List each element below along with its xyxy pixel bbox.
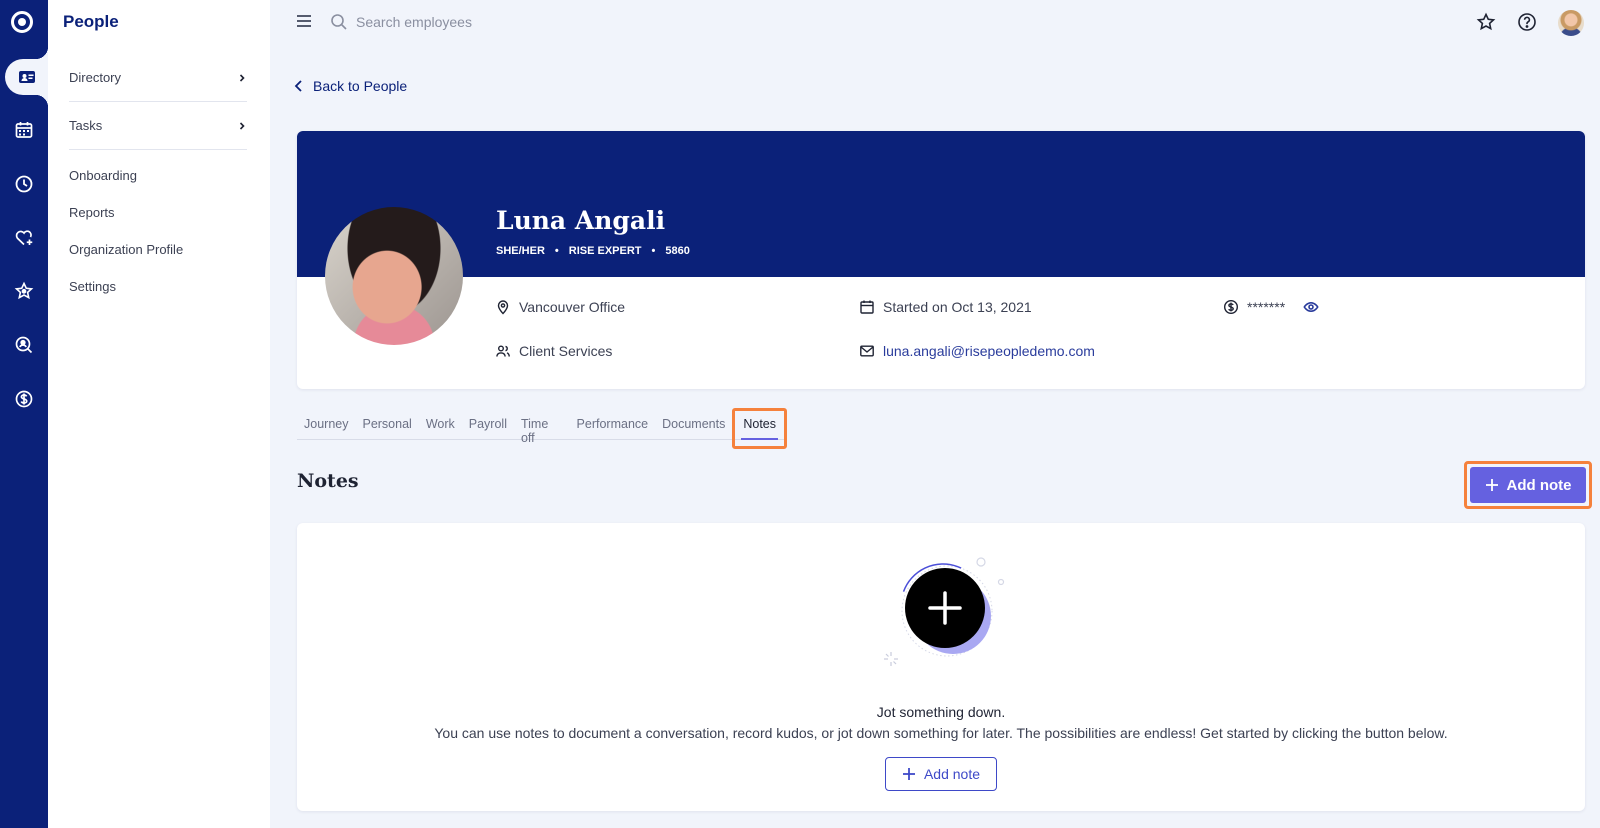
pronouns: SHE/HER xyxy=(496,245,545,257)
sidebar-item-directory[interactable]: Directory xyxy=(69,54,247,102)
app-rail xyxy=(0,0,48,828)
logo-icon[interactable] xyxy=(11,11,33,33)
profile-tabs: Journey Personal Work Payroll Time off P… xyxy=(297,408,787,449)
team-icon xyxy=(496,345,510,357)
menu-icon[interactable] xyxy=(297,15,311,27)
sidebar-item-tasks[interactable]: Tasks xyxy=(69,102,247,150)
location-icon xyxy=(497,300,509,315)
tab-notes[interactable]: Notes xyxy=(732,408,787,449)
add-note-illustration-icon xyxy=(884,557,1005,666)
employee-id: 5860 xyxy=(665,245,690,257)
mail-icon xyxy=(860,345,874,357)
profile-banner xyxy=(297,131,1585,277)
profile-card: Luna Angali SHE/HER • RISE EXPERT • 5860… xyxy=(297,131,1585,389)
calendar-icon[interactable] xyxy=(0,112,48,148)
role: RISE EXPERT xyxy=(568,245,642,257)
add-note-secondary-label: Add note xyxy=(923,766,981,782)
help-icon[interactable] xyxy=(1517,12,1537,32)
avatar[interactable] xyxy=(1558,10,1584,36)
sidebar-item-settings[interactable]: Settings xyxy=(69,279,116,294)
sidebar-item-onboarding[interactable]: Onboarding xyxy=(69,168,137,183)
back-link-label: Back to People xyxy=(313,78,408,94)
plus-icon xyxy=(902,768,915,780)
salary-info: ******* xyxy=(1223,299,1319,315)
profile-photo xyxy=(325,207,463,345)
dollar-circle-icon xyxy=(1223,299,1239,315)
tab-performance[interactable]: Performance xyxy=(570,415,656,439)
plus-icon xyxy=(1485,479,1498,491)
top-bar xyxy=(270,0,1600,44)
star-outline-icon[interactable] xyxy=(1476,12,1496,32)
clock-icon[interactable] xyxy=(0,166,48,202)
empty-state-description: You can use notes to document a conversa… xyxy=(434,725,1448,741)
tab-personal[interactable]: Personal xyxy=(355,415,418,439)
star-icon[interactable] xyxy=(0,273,48,309)
chevron-right-icon xyxy=(239,121,245,130)
sidebar-item-organization-profile[interactable]: Organization Profile xyxy=(69,242,183,257)
sidebar-item-reports[interactable]: Reports xyxy=(69,205,115,220)
search-person-icon[interactable] xyxy=(0,327,48,363)
heart-plus-icon[interactable] xyxy=(0,220,48,256)
profile-meta: SHE/HER • RISE EXPERT • 5860 xyxy=(496,245,690,257)
chevron-left-icon xyxy=(294,80,302,92)
add-note-label: Add note xyxy=(1506,476,1572,494)
back-to-people-link[interactable]: Back to People xyxy=(293,78,407,94)
profile-name: Luna Angali xyxy=(496,206,666,235)
people-icon[interactable] xyxy=(5,47,48,107)
email-info: luna.angali@risepeopledemo.com xyxy=(859,343,1095,359)
start-date-text: Started on Oct 13, 2021 xyxy=(883,299,1032,315)
meta-separator: • xyxy=(554,245,559,257)
add-note-highlight: Add note xyxy=(1464,461,1592,509)
sidebar-item-label: Directory xyxy=(69,70,122,85)
sidebar-item-label: Tasks xyxy=(69,118,103,133)
search-icon xyxy=(331,14,347,30)
tab-time-off[interactable]: Time off xyxy=(514,415,570,445)
add-note-secondary-button[interactable]: Add note xyxy=(885,757,997,791)
side-navigation: People Directory Tasks Onboarding Report… xyxy=(48,0,270,828)
location-text: Vancouver Office xyxy=(519,299,626,315)
tab-work[interactable]: Work xyxy=(419,415,462,439)
eye-icon[interactable] xyxy=(1303,299,1319,315)
email-link[interactable]: luna.angali@risepeopledemo.com xyxy=(883,343,1095,359)
notes-empty-state: Jot something down. You can use notes to… xyxy=(297,523,1585,811)
add-note-button[interactable]: Add note xyxy=(1470,467,1586,503)
section-title: People xyxy=(63,12,119,31)
location-info: Vancouver Office xyxy=(495,299,625,315)
department-text: Client Services xyxy=(519,343,613,359)
department-info: Client Services xyxy=(495,343,612,359)
empty-state-title: Jot something down. xyxy=(876,704,1006,720)
salary-masked: ******* xyxy=(1247,299,1286,315)
calendar-icon xyxy=(860,300,874,314)
tab-documents[interactable]: Documents xyxy=(655,415,732,439)
start-date-info: Started on Oct 13, 2021 xyxy=(859,299,1032,315)
tab-payroll[interactable]: Payroll xyxy=(462,415,514,439)
dollar-icon[interactable] xyxy=(0,381,48,417)
meta-separator: • xyxy=(651,245,656,257)
notes-title: Notes xyxy=(297,470,359,492)
search-input[interactable] xyxy=(356,10,656,34)
chevron-right-icon xyxy=(239,73,245,82)
tab-journey[interactable]: Journey xyxy=(297,415,355,439)
